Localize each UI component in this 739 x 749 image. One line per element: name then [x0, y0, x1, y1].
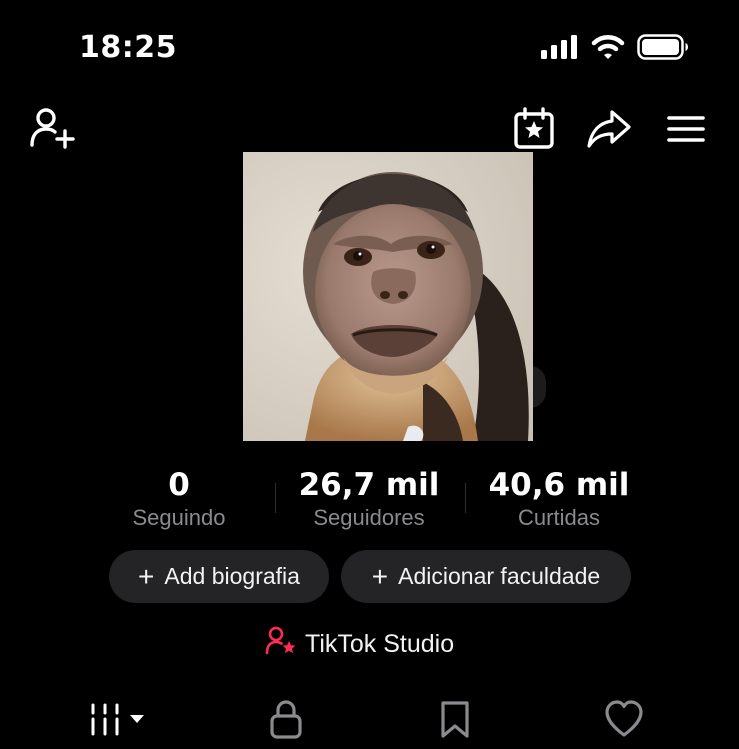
- calendar-button[interactable]: [511, 106, 557, 156]
- stat-label: Seguindo: [132, 505, 226, 530]
- capuchin-monkey-photo: [243, 152, 533, 441]
- bookmark-icon: [439, 699, 471, 744]
- add-college-button[interactable]: + Adicionar faculdade: [341, 550, 631, 603]
- share-button[interactable]: [586, 108, 632, 154]
- add-friend-button[interactable]: [29, 107, 75, 156]
- stat-value: 26,7 mil: [298, 467, 440, 503]
- plus-icon: +: [138, 560, 155, 592]
- stat-divider: [275, 483, 276, 513]
- lock-icon: [269, 699, 303, 744]
- menu-button[interactable]: [663, 108, 709, 154]
- tab-videos[interactable]: [86, 700, 148, 742]
- stat-value: 40,6 mil: [488, 467, 630, 503]
- status-icons: [541, 33, 689, 65]
- add-bio-button[interactable]: + Add biografia: [109, 550, 329, 603]
- stat-likes[interactable]: 40,6 mil Curtidas: [469, 468, 649, 532]
- plus-icon: +: [371, 560, 389, 592]
- tab-liked[interactable]: [603, 699, 645, 743]
- grid-icon: [88, 701, 146, 742]
- stat-label: Curtidas: [518, 505, 600, 530]
- tab-saved[interactable]: [437, 700, 473, 742]
- menu-icon: [666, 113, 706, 150]
- add-college-label: Adicionar faculdade: [398, 563, 601, 589]
- avatar[interactable]: [243, 152, 533, 441]
- battery-icon: [637, 33, 689, 65]
- calendar-star-icon: [512, 106, 556, 156]
- stat-divider: [465, 483, 466, 513]
- heart-icon: [604, 699, 644, 743]
- share-icon: [586, 107, 632, 156]
- stat-value: 0: [168, 467, 190, 503]
- stat-followers[interactable]: 26,7 mil Seguidores: [279, 468, 459, 532]
- signal-icon: [541, 34, 579, 64]
- status-time: 18:25: [79, 30, 177, 65]
- stat-following[interactable]: 0 Seguindo: [89, 468, 269, 532]
- add-bio-label: Add biografia: [164, 563, 300, 589]
- tab-private[interactable]: [266, 699, 306, 744]
- studio-person-star-icon: [265, 626, 297, 663]
- stat-label: Seguidores: [313, 505, 425, 530]
- studio-label: TikTok Studio: [305, 629, 455, 658]
- add-friend-icon: [29, 107, 75, 156]
- wifi-icon: [591, 34, 625, 65]
- tiktok-studio-link[interactable]: TikTok Studio: [265, 626, 455, 663]
